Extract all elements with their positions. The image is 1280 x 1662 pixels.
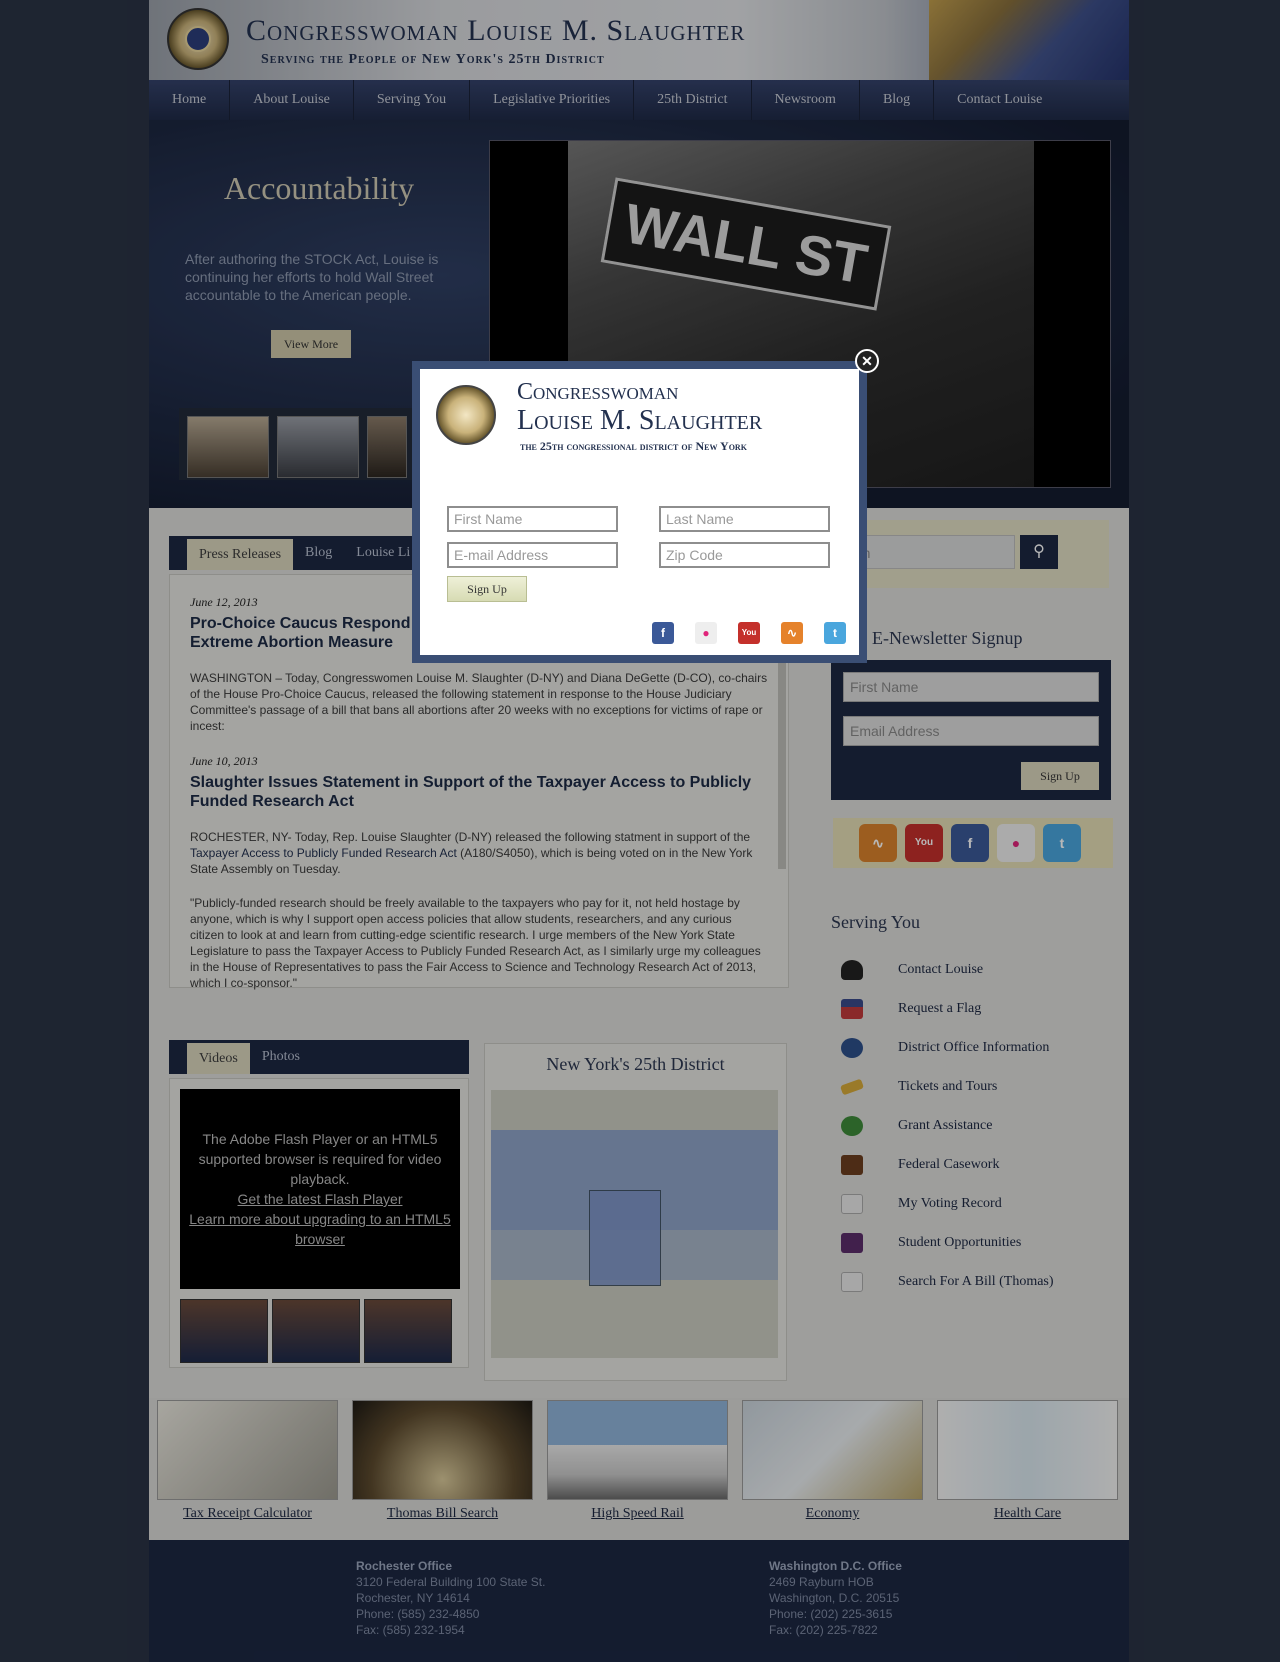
twitter-icon[interactable]: t xyxy=(824,622,846,644)
modal-title-line1: Congresswoman xyxy=(517,379,679,405)
modal-title-line2: Louise M. Slaughter xyxy=(517,405,763,436)
modal-email-field[interactable]: E-mail Address xyxy=(447,542,618,568)
modal-first-name-field[interactable]: First Name xyxy=(447,506,618,532)
facebook-icon[interactable]: f xyxy=(652,622,674,644)
signup-modal: Congresswoman Louise M. Slaughter the 25… xyxy=(420,369,859,655)
house-seal-logo xyxy=(436,385,496,445)
rss-icon[interactable]: ∿ xyxy=(781,622,803,644)
modal-signup-button[interactable]: Sign Up xyxy=(447,576,527,602)
modal-overlay[interactable] xyxy=(0,0,1280,1662)
flickr-icon[interactable]: ● xyxy=(695,622,717,644)
modal-subtitle: the 25th congressional district of New Y… xyxy=(520,439,747,453)
modal-last-name-field[interactable]: Last Name xyxy=(659,506,830,532)
youtube-icon[interactable]: You xyxy=(738,622,760,644)
modal-zip-field[interactable]: Zip Code xyxy=(659,542,830,568)
close-icon[interactable]: ✕ xyxy=(855,349,879,373)
